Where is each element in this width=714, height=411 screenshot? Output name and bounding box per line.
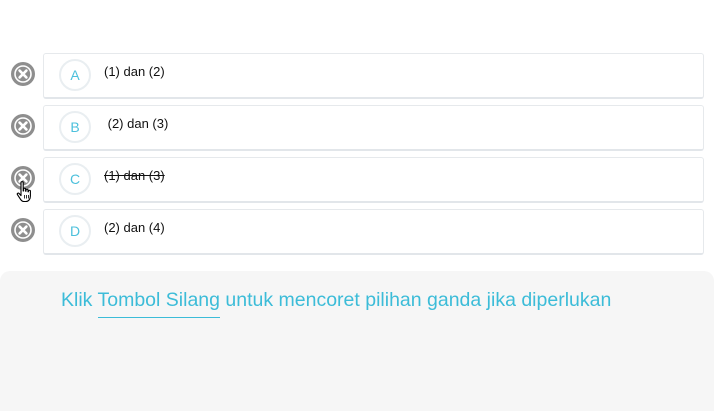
option-letter: A: [59, 59, 91, 91]
option-card-d[interactable]: D (2) dan (4): [43, 209, 704, 255]
option-card-b[interactable]: B (2) dan (3): [43, 105, 704, 151]
cross-out-button-a[interactable]: [11, 62, 35, 86]
instruction-suffix: untuk mencoret pilihan ganda jika diperl…: [219, 289, 612, 311]
option-card-a[interactable]: A (1) dan (2): [43, 53, 704, 99]
cross-circle-icon: [12, 167, 34, 189]
option-letter: C: [59, 163, 91, 195]
option-row-c: C (1) dan (3): [0, 157, 714, 203]
cross-circle-icon: [12, 63, 34, 85]
cross-circle-icon: [12, 115, 34, 137]
option-row-b: B (2) dan (3): [0, 105, 714, 151]
option-text: (1) dan (2): [104, 64, 165, 79]
option-card-c[interactable]: C (1) dan (3): [43, 157, 704, 203]
cross-out-button-c[interactable]: [11, 166, 35, 190]
cross-out-button-d[interactable]: [11, 218, 35, 242]
option-text: (2) dan (4): [104, 220, 165, 235]
option-text: (2) dan (3): [104, 116, 169, 131]
option-row-d: D (2) dan (4): [0, 209, 714, 255]
instruction-highlight: Tombol Silang: [97, 289, 220, 318]
instruction-text: Klik Tombol Silang untuk mencoret piliha…: [61, 289, 612, 318]
cross-circle-icon: [12, 219, 34, 241]
instruction-panel: Klik Tombol Silang untuk mencoret piliha…: [0, 271, 714, 411]
instruction-prefix: Klik: [61, 289, 98, 311]
option-row-a: A (1) dan (2): [0, 53, 714, 99]
option-letter: B: [59, 111, 91, 143]
cross-out-button-b[interactable]: [11, 114, 35, 138]
option-letter: D: [59, 215, 91, 247]
option-text-struck: (1) dan (3): [104, 168, 165, 183]
